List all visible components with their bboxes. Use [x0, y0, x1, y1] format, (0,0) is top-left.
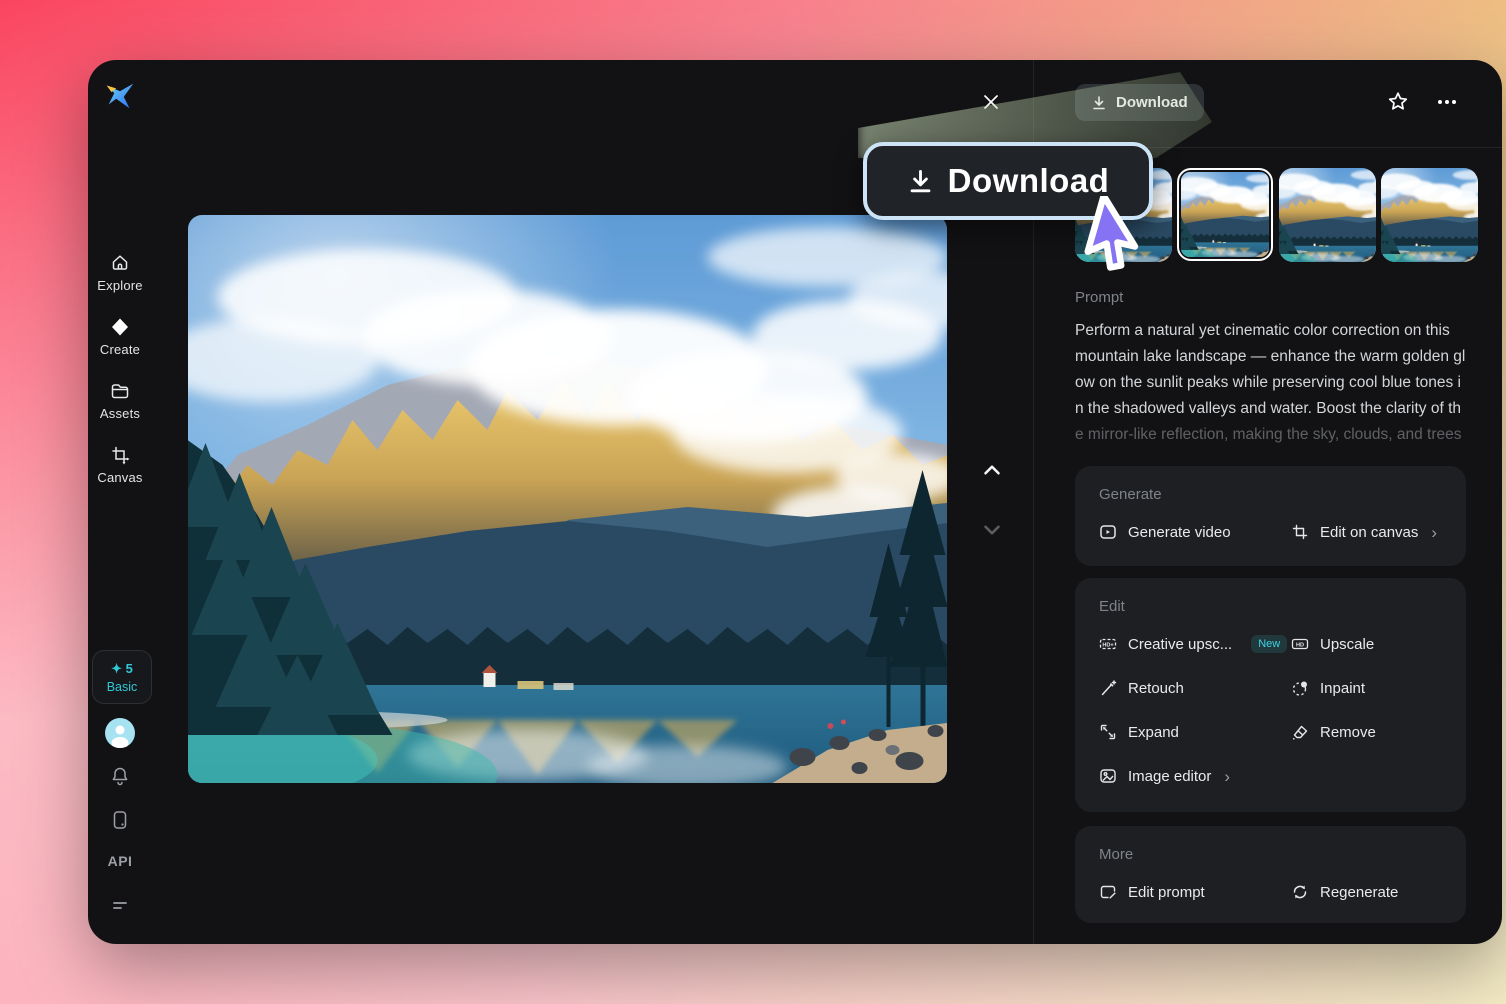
edit-prompt-icon: [1100, 885, 1116, 899]
more-options-button[interactable]: [1432, 88, 1462, 116]
prompt-label: Prompt: [1075, 289, 1124, 306]
generate-card-title: Generate: [1099, 486, 1162, 503]
plan-badge[interactable]: ✦ 5 Basic: [92, 650, 152, 704]
thumbnail-artwork: [1181, 172, 1269, 257]
sidebar-item-assets[interactable]: Assets: [88, 381, 152, 421]
regenerate-button[interactable]: Regenerate: [1291, 883, 1442, 901]
home-icon: [112, 255, 128, 270]
thumbnail-4[interactable]: [1381, 168, 1478, 262]
app-logo-icon[interactable]: [101, 76, 139, 114]
canvas-icon: [1292, 524, 1308, 540]
bell-icon[interactable]: [110, 766, 130, 786]
inpaint-icon: [1292, 681, 1307, 696]
previous-image-button[interactable]: [976, 454, 1008, 486]
user-icon: [111, 725, 129, 748]
folder-icon: [111, 384, 129, 399]
plan-tier: Basic: [106, 679, 138, 694]
ellipsis-icon: [1438, 100, 1442, 104]
chevron-right-icon: ›: [1224, 766, 1231, 786]
plan-credits: 5: [125, 660, 133, 676]
edit-prompt-button[interactable]: Edit prompt: [1099, 883, 1291, 901]
sidebar-item-canvas[interactable]: Canvas: [88, 445, 152, 485]
app-window: Explore Create Assets Canvas ✦ 5 Basic A…: [88, 60, 1502, 944]
generate-video-button[interactable]: Generate video: [1099, 523, 1291, 541]
inpaint-button[interactable]: Inpaint: [1291, 679, 1442, 697]
spark-icon: ✦: [111, 660, 123, 676]
chevron-down-icon: [984, 525, 1000, 535]
more-card: More Edit prompt Regenerate: [1075, 826, 1466, 923]
download-icon: [910, 169, 931, 192]
generate-card: Generate Generate video Edit on canvas ›: [1075, 466, 1466, 566]
edit-card-title: Edit: [1099, 598, 1125, 615]
retouch-button[interactable]: Retouch: [1099, 679, 1291, 697]
sidebar-item-label: Create: [99, 342, 141, 357]
sidebar-item-label: Explore: [97, 278, 143, 293]
mountain-lake-artwork: [188, 215, 947, 783]
upscale-icon: HD: [1291, 638, 1309, 650]
thumbnail-artwork: [1279, 168, 1376, 262]
chevron-up-icon: [984, 465, 1000, 475]
svg-text:HD+: HD+: [1102, 643, 1114, 649]
remove-button[interactable]: Remove: [1291, 723, 1442, 741]
edit-on-canvas-button[interactable]: Edit on canvas ›: [1291, 523, 1442, 541]
more-card-title: More: [1099, 846, 1134, 863]
favorite-button[interactable]: [1384, 88, 1412, 116]
next-image-button[interactable]: [976, 514, 1008, 546]
svg-text:HD: HD: [1296, 643, 1304, 649]
sidebar-item-label: Canvas: [97, 470, 143, 485]
eraser-icon: [1293, 725, 1308, 740]
cursor-pointer-icon: [1084, 196, 1139, 271]
menu-icon[interactable]: [110, 896, 130, 916]
thumbnail-3[interactable]: [1279, 168, 1376, 262]
thumbnail-artwork: [1381, 168, 1478, 262]
creative-upscale-button[interactable]: HD+ Creative upsc... New: [1099, 635, 1291, 653]
expand-icon: [1100, 724, 1116, 740]
expand-button[interactable]: Expand: [1099, 723, 1291, 741]
sidebar-item-label: Assets: [99, 406, 141, 421]
prompt-text[interactable]: Perform a natural yet cinematic color co…: [1075, 318, 1471, 448]
edit-card: Edit HD+ Creative upsc... New HD Upscale: [1075, 578, 1466, 812]
thumbnail-2-selected[interactable]: [1177, 168, 1273, 261]
refresh-icon: [1293, 885, 1307, 899]
sidebar-item-create[interactable]: Create: [88, 317, 152, 357]
generated-image[interactable]: [188, 215, 947, 783]
upscale-button[interactable]: HD Upscale: [1291, 635, 1442, 653]
diamond-icon: [112, 318, 128, 336]
mobile-device-icon[interactable]: [110, 810, 130, 830]
new-badge: New: [1251, 635, 1288, 653]
image-editor-button[interactable]: Image editor ›: [1099, 767, 1291, 785]
download-callout-label: Download: [947, 162, 1110, 199]
retouch-pen-icon: [1101, 680, 1117, 696]
sidebar-item-explore[interactable]: Explore: [88, 253, 152, 293]
image-editor-icon: [1100, 769, 1116, 783]
video-icon: [1100, 525, 1116, 539]
chevron-right-icon: ›: [1431, 522, 1438, 542]
avatar[interactable]: [105, 718, 135, 748]
api-button[interactable]: API: [88, 853, 152, 869]
canvas-icon: [112, 446, 130, 465]
star-icon: [1388, 92, 1408, 110]
creative-upscale-icon: HD+: [1099, 638, 1117, 650]
